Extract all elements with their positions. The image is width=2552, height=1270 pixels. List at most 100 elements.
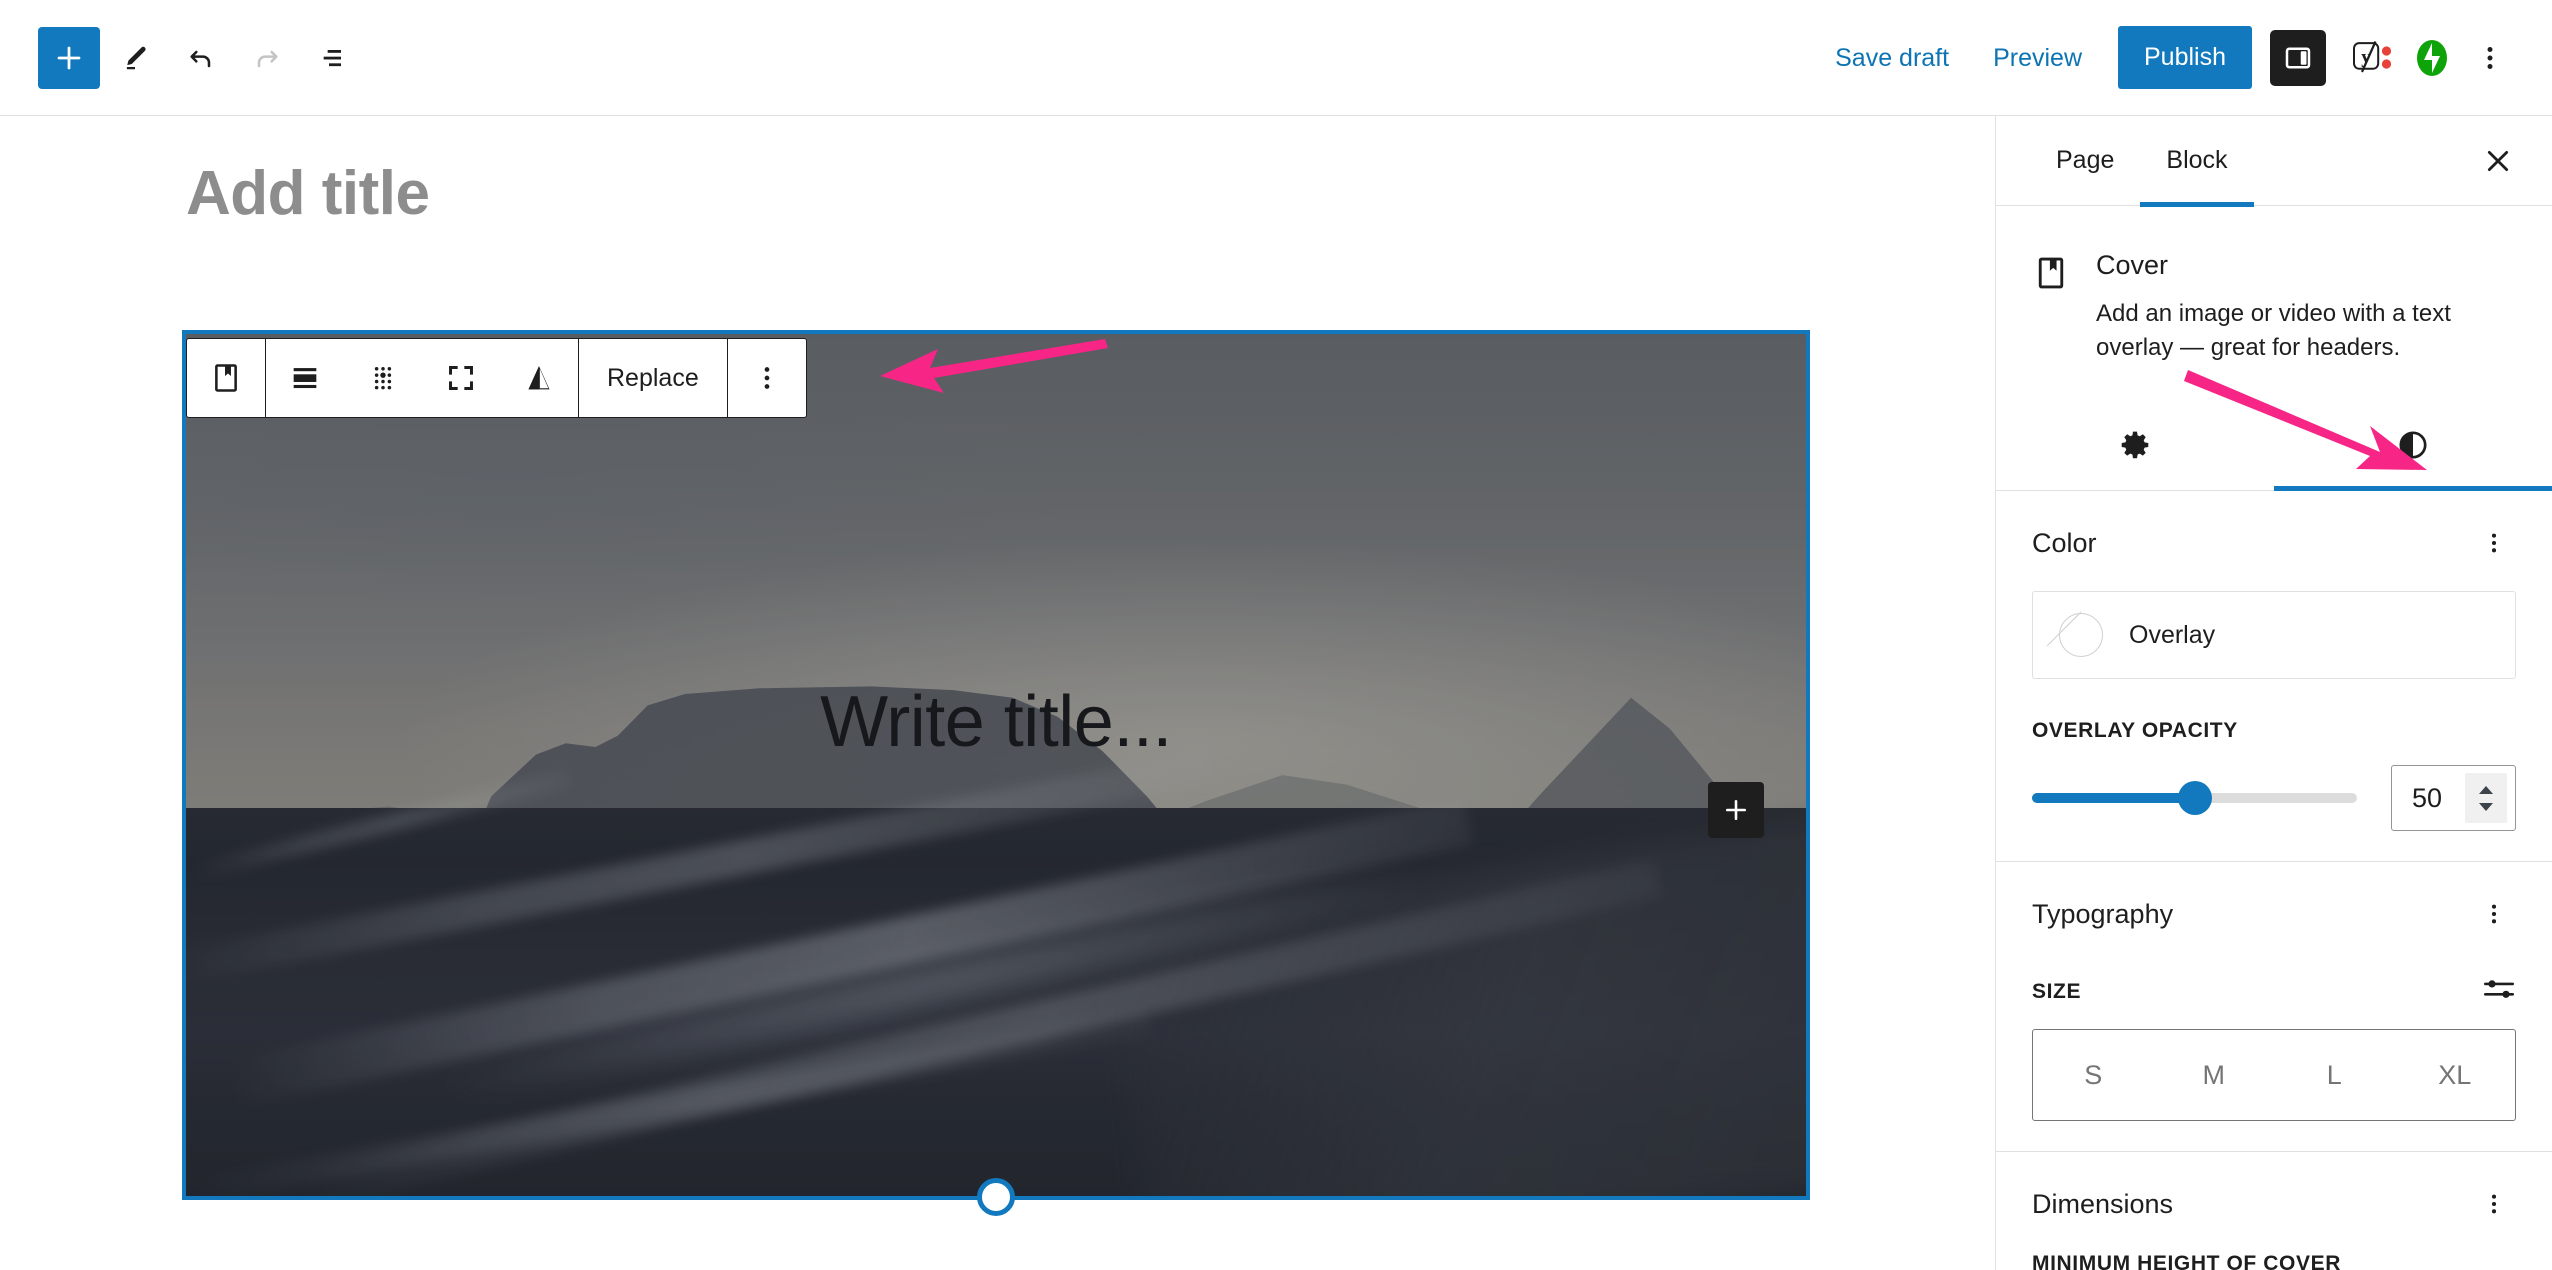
sidebar-subtab-bar [1996,399,2552,492]
overlay-color-option[interactable]: Overlay [2032,591,2516,680]
slider-thumb[interactable] [2177,781,2212,816]
size-label: Size [2032,979,2082,1003]
minimum-height-label: Minimum height of cover [2032,1252,2341,1270]
cover-overlay-tint [186,334,1806,1196]
block-card-icon-wrap [2032,250,2070,365]
vertical-dots-icon [2487,46,2493,69]
tab-block[interactable]: Block [2140,116,2254,207]
fullwidth-crop-button[interactable] [422,339,500,417]
font-size-option-l[interactable]: L [2274,1030,2395,1120]
sidebar-scroll-region[interactable]: Cover Add an image or video with a text … [1996,206,2552,1270]
slider-fill [2032,793,2195,804]
font-size-toggle-group: S M L XL [2032,1029,2516,1122]
preview-button[interactable]: Preview [1971,27,2104,89]
publish-button[interactable]: Publish [2118,26,2252,89]
block-card-title: Cover [2096,250,2169,280]
block-toolbar: Replace [186,338,807,418]
settings-sidebar-icon [2285,46,2311,69]
post-title-input[interactable]: Add title [186,159,430,228]
overlay-opacity-slider[interactable] [2032,781,2357,816]
settings-sidebar-toggle-button[interactable] [2270,29,2326,86]
block-type-group [187,339,265,417]
vertical-dots-icon [2491,904,2497,924]
overlay-opacity-value: 50 [2412,782,2443,813]
jetpack-icon [2417,39,2447,76]
drag-handle-icon [374,367,392,390]
block-tools-group [266,339,578,417]
block-type-switcher-button[interactable] [187,339,265,417]
top-bar-left-tools [0,26,364,89]
gear-icon [2121,431,2149,458]
redo-icon [257,50,278,67]
cover-resize-handle[interactable] [977,1178,1015,1216]
close-icon [2487,150,2509,171]
font-size-option-m[interactable]: M [2154,1030,2275,1120]
close-sidebar-button[interactable] [2470,133,2526,189]
font-size-option-s[interactable]: S [2033,1030,2154,1120]
duotone-filter-icon [528,366,550,390]
crop-icon [449,366,473,390]
contrast-icon [2399,431,2427,459]
size-custom-toggle-button[interactable] [2482,976,2516,1007]
cover-block-icon [2038,257,2064,289]
typography-panel-header: Typography [2032,892,2516,936]
cover-block-appender-button[interactable] [1708,782,1764,839]
editor-canvas: Add title Write title... Replace [0,116,1995,1270]
color-panel-title: Color [2032,527,2097,558]
block-settings-sidebar: Page Block Cover Add an image or video w… [1995,116,2552,1270]
dimensions-panel-header: Dimensions [2032,1182,2516,1226]
cover-block-icon [215,364,237,392]
cover-block[interactable]: Write title... [182,330,1810,1216]
yoast-seo-icon: y [2353,40,2392,72]
typography-panel-options-button[interactable] [2472,892,2516,936]
block-inserter-button[interactable] [38,26,100,89]
settings-tab[interactable] [1996,399,2274,490]
plus-icon [57,46,81,69]
top-bar-right-tools: Save draft Preview Publish y [1813,26,2552,89]
block-options-button[interactable] [728,339,806,417]
replace-media-button[interactable]: Replace [579,339,727,417]
align-button[interactable] [266,339,344,417]
plus-icon [1725,800,1747,821]
block-card-text: Cover Add an image or video with a text … [2096,250,2516,365]
list-view-icon [323,49,341,66]
tools-pencil-button[interactable] [104,27,166,89]
redo-button[interactable] [236,27,298,89]
vertical-dots-icon [2491,533,2497,553]
sliders-icon [2484,980,2514,999]
list-view-button[interactable] [302,27,364,89]
jetpack-button[interactable] [2402,27,2462,89]
vertical-dots-icon [2491,1194,2497,1214]
tab-page[interactable]: Page [2030,116,2140,206]
cover-background-image [186,334,1806,1196]
duotone-filter-button[interactable] [500,339,578,417]
block-info-card: Cover Add an image or video with a text … [1996,206,2552,365]
opacity-stepper[interactable] [2465,773,2507,824]
pencil-icon [126,46,146,69]
typography-panel-title: Typography [2032,898,2174,929]
sidebar-tab-bar: Page Block [1996,116,2552,207]
overlay-opacity-label: Overlay opacity [2032,719,2238,743]
color-panel-options-button[interactable] [2472,521,2516,565]
more-options-button[interactable] [2462,27,2518,89]
size-field-header: Size [2032,976,2516,1007]
chevron-up-icon [2479,785,2493,794]
editor-top-bar: Save draft Preview Publish y [0,0,2552,116]
drag-handle-button[interactable] [344,339,422,417]
typography-panel: Typography Size [1996,862,2552,1153]
overlay-opacity-control: 50 [2032,765,2516,832]
yoast-seo-button[interactable]: y [2342,27,2402,89]
styles-tab[interactable] [2274,399,2552,492]
overlay-color-label: Overlay [2129,620,2216,649]
align-icon [293,368,317,389]
font-size-option-xl[interactable]: XL [2395,1030,2516,1120]
cover-title-input[interactable]: Write title... [186,682,1806,762]
no-color-swatch [2059,613,2103,658]
undo-button[interactable] [170,27,232,89]
save-draft-button[interactable]: Save draft [1813,27,1971,89]
color-panel-header: Color [2032,521,2516,565]
overlay-opacity-input[interactable]: 50 [2391,765,2516,832]
chevron-down-icon [2479,802,2493,811]
dimensions-panel-options-button[interactable] [2472,1182,2516,1226]
undo-icon [190,50,211,67]
